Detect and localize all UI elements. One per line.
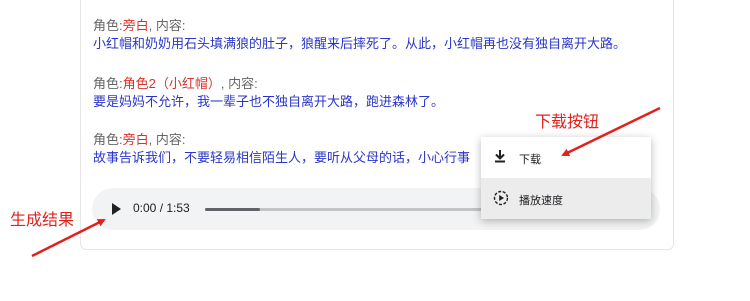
annotation-arrows [31,106,661,258]
download-button-annotation: 下载按钮 [535,114,600,131]
result-annotation: 生成结果 [10,212,75,229]
